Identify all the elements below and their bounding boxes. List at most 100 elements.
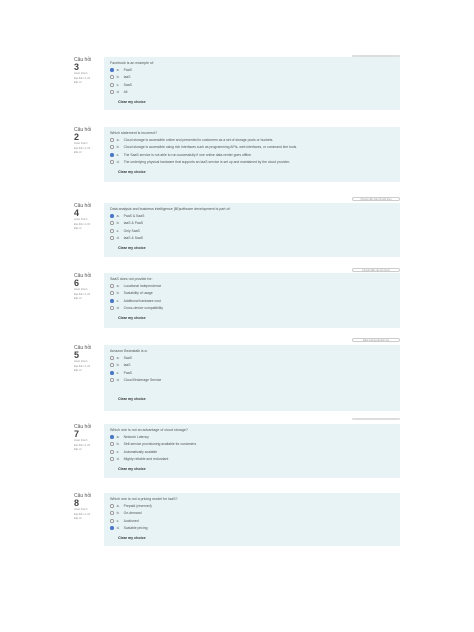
radio-button[interactable]	[110, 503, 114, 508]
answer-option[interactable]: a. SaaS	[110, 354, 394, 362]
question-info: Câu hỏi 8 Hoàn thành Đạt điểm 1,00 Đặt c…	[74, 493, 104, 522]
radio-button[interactable]	[110, 160, 114, 165]
next-question-chip[interactable]: Chuyển đến câu hỏi tiếp theo	[352, 197, 400, 201]
option-letter: b.	[116, 145, 120, 150]
answer-option[interactable]: b. On-demand	[110, 510, 394, 518]
radio-button[interactable]	[110, 370, 114, 375]
radio-button[interactable]	[110, 90, 114, 95]
option-letter: c.	[116, 298, 120, 303]
radio-button[interactable]	[110, 449, 114, 454]
radio-button[interactable]	[110, 457, 114, 462]
answer-option[interactable]: c. The SaaS service is not able to run su…	[110, 151, 394, 159]
answer-option[interactable]: a. PaaS	[110, 66, 394, 74]
flag-question-link[interactable]: Đặt cờ	[74, 297, 104, 302]
answer-option[interactable]: b. IaaS	[110, 362, 394, 370]
answer-option[interactable]: d. The underlying physical hardware that …	[110, 159, 394, 167]
divider	[352, 55, 400, 57]
option-text: IaaS & PaaS	[123, 221, 144, 226]
answer-option[interactable]: b. Self-service provisioning available fo…	[110, 441, 394, 449]
option-letter: d.	[116, 457, 120, 462]
radio-button[interactable]	[110, 355, 114, 360]
quiz-navigation-chip[interactable]: Điều hướng bài kiểm tra	[352, 338, 400, 342]
radio-button[interactable]	[110, 363, 114, 368]
option-text: The underlying physical hardware that su…	[123, 160, 291, 165]
radio-button[interactable]	[110, 82, 114, 87]
answer-option[interactable]: a. Network Latency	[110, 433, 394, 441]
answer-option[interactable]: a. Locational independence	[110, 282, 394, 290]
option-letter: d.	[116, 526, 120, 531]
previous-question-chip[interactable]: Chuyển đến câu hỏi trước	[352, 268, 400, 272]
answer-option[interactable]: b. IaaS & PaaS	[110, 220, 394, 228]
flag-question-link[interactable]: Đặt cờ	[74, 227, 104, 232]
radio-button[interactable]	[110, 221, 114, 226]
option-letter: d.	[116, 236, 120, 241]
answer-option[interactable]: c. Only SaaS	[110, 227, 394, 235]
radio-button[interactable]	[110, 378, 114, 383]
answer-option[interactable]: c. Automatically scalable	[110, 448, 394, 456]
radio-button[interactable]	[110, 511, 114, 516]
flag-question-link[interactable]: Đặt cờ	[74, 81, 104, 86]
answer-option[interactable]: a. PaaS & SaaS	[110, 212, 394, 220]
radio-button[interactable]	[110, 75, 114, 80]
question-card: Facebook is an example of: a. PaaS b. IaaS…	[104, 57, 400, 110]
answer-option[interactable]: b. Cloud storage is accessible using rich…	[110, 144, 394, 152]
option-text: Scalable pricing	[123, 526, 148, 531]
radio-button[interactable]	[110, 137, 114, 142]
option-letter: c.	[116, 82, 120, 87]
answer-option[interactable]: c. PaaS	[110, 369, 394, 377]
radio-button[interactable]	[110, 306, 114, 311]
option-letter: a.	[116, 67, 120, 72]
flag-question-link[interactable]: Đặt cờ	[74, 369, 104, 374]
clear-choice-link[interactable]: Clear my choice	[118, 396, 394, 402]
flag-question-link[interactable]: Đặt cờ	[74, 517, 104, 522]
answer-option[interactable]: b. Scalability of usage	[110, 290, 394, 298]
answer-option[interactable]: d. Cross-device compatibility	[110, 305, 394, 313]
flag-question-link[interactable]: Đặt cờ	[74, 448, 104, 453]
flag-question-link[interactable]: Đặt cờ	[74, 151, 104, 156]
clear-choice-link[interactable]: Clear my choice	[118, 315, 394, 321]
answer-option[interactable]: a. Prepaid (reserved)	[110, 502, 394, 510]
option-text: Cloud storage is accessible online and p…	[123, 137, 274, 142]
answer-option[interactable]: c. SaaS	[110, 81, 394, 89]
option-letter: b.	[116, 442, 120, 447]
radio-button[interactable]	[110, 228, 114, 233]
answer-option[interactable]: d. Scalable pricing	[110, 525, 394, 533]
option-text: PaaS	[123, 67, 132, 72]
radio-button[interactable]	[110, 152, 114, 157]
answer-option[interactable]: d. Mighty reliable and redundant	[110, 456, 394, 464]
answer-option[interactable]: b. IaaS	[110, 74, 394, 82]
option-text: On-demand	[123, 511, 142, 516]
clear-choice-link[interactable]: Clear my choice	[118, 169, 394, 175]
clear-choice-link[interactable]: Clear my choice	[118, 99, 394, 105]
answer-option[interactable]: d. IaaS & SaaS	[110, 235, 394, 243]
radio-button[interactable]	[110, 236, 114, 241]
clear-choice-link[interactable]: Clear my choice	[118, 535, 394, 541]
option-text: SaaS	[123, 355, 132, 360]
option-letter: c.	[116, 518, 120, 523]
answer-option[interactable]: a. Cloud storage is accessible online and…	[110, 136, 394, 144]
radio-button[interactable]	[110, 67, 114, 72]
radio-button[interactable]	[110, 442, 114, 447]
question-card: SaaS does not provide for: a. Locational …	[104, 273, 400, 328]
radio-button[interactable]	[110, 518, 114, 523]
option-text: IaaS	[123, 75, 131, 80]
radio-button[interactable]	[110, 298, 114, 303]
answer-option[interactable]: d. All	[110, 89, 394, 97]
radio-button[interactable]	[110, 434, 114, 439]
radio-button[interactable]	[110, 283, 114, 288]
radio-button[interactable]	[110, 526, 114, 531]
option-text: Locational independence	[123, 283, 162, 288]
clear-choice-link[interactable]: Clear my choice	[118, 245, 394, 251]
answer-option[interactable]: d. Cloud Brokerage Service	[110, 377, 394, 385]
option-letter: c.	[116, 228, 120, 233]
answer-option[interactable]: c. Auctioned	[110, 517, 394, 525]
question-info: Câu hỏi 5 Hoàn thành Đạt điểm 1,00 Đặt c…	[74, 345, 104, 374]
option-text: PaaS & SaaS	[123, 213, 145, 218]
radio-button[interactable]	[110, 291, 114, 296]
radio-button[interactable]	[110, 145, 114, 150]
radio-button[interactable]	[110, 213, 114, 218]
option-letter: b.	[116, 75, 120, 80]
clear-choice-link[interactable]: Clear my choice	[118, 466, 394, 472]
answer-option[interactable]: c. Additional hardware cost	[110, 297, 394, 305]
option-letter: a.	[116, 434, 120, 439]
